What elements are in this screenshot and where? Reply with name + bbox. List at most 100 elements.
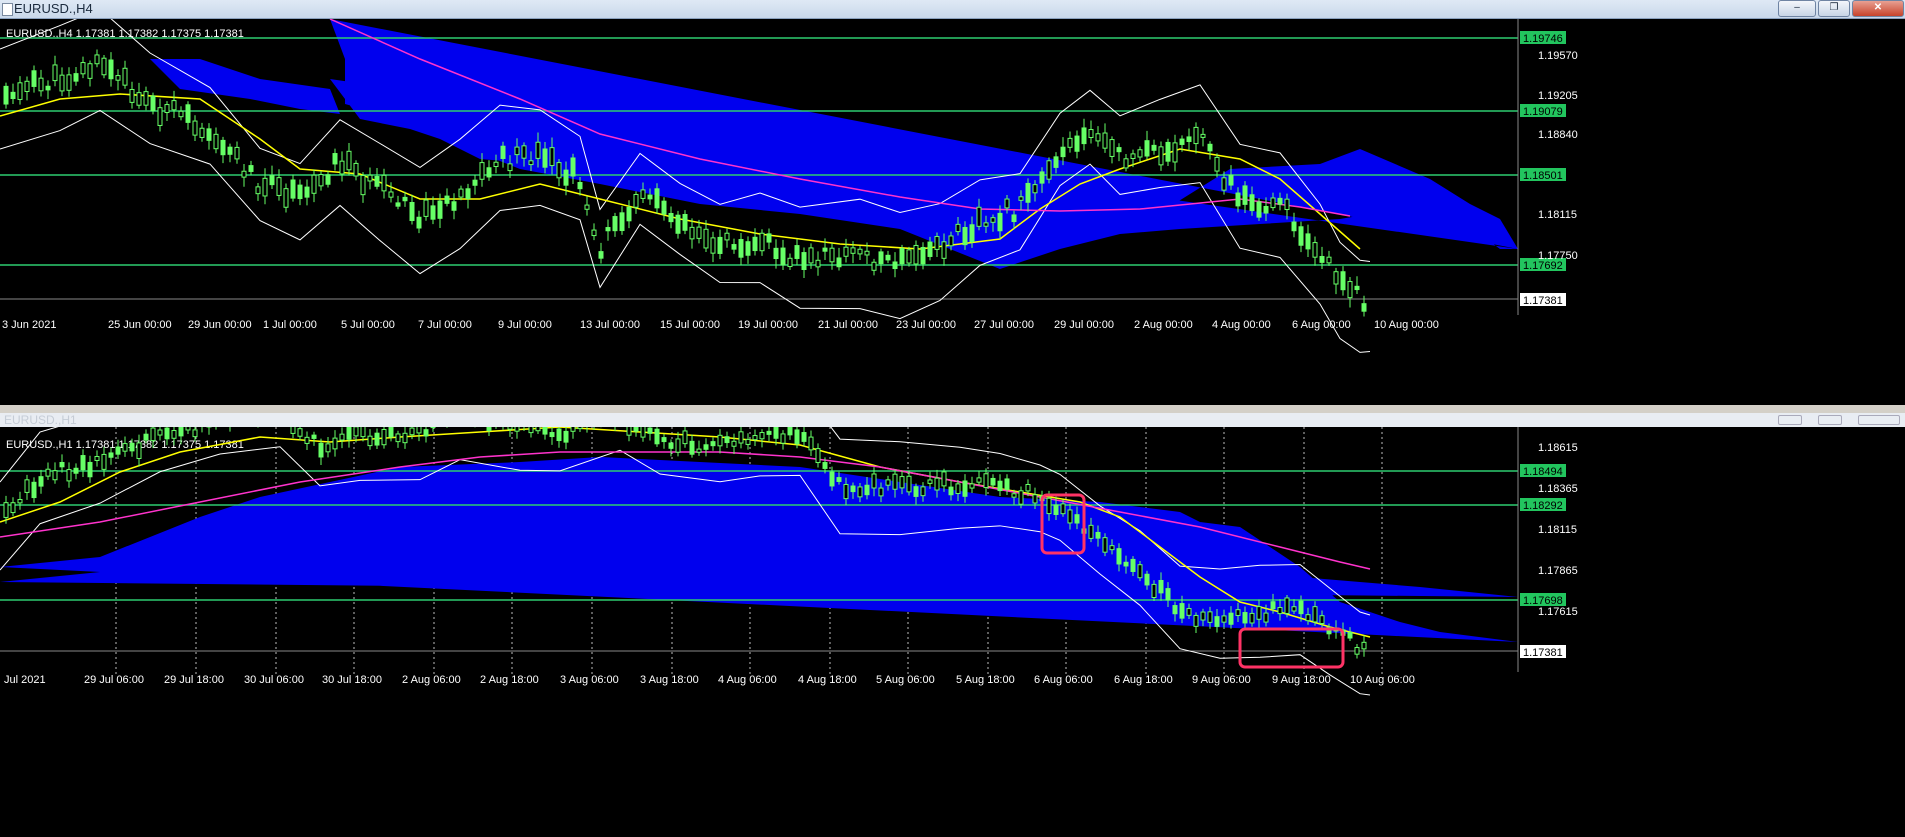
- h1-level-label: 1.18292: [1523, 500, 1563, 512]
- h4-candle: [857, 248, 863, 255]
- h1-candle: [633, 427, 639, 432]
- h4-level-label: 1.18501: [1523, 170, 1563, 182]
- h1-candle: [1277, 606, 1283, 615]
- h4-candle: [269, 175, 275, 186]
- chart-window-icon: [2, 3, 13, 16]
- h1-candle: [185, 427, 191, 431]
- window-titlebar: EURUSD.,H4 – ❐ ✕: [0, 0, 1905, 19]
- h4-candle: [136, 92, 142, 106]
- h1-price-tick-label: 1.18115: [1538, 524, 1577, 536]
- h1-candle: [430, 427, 436, 429]
- h4-candle: [850, 247, 856, 254]
- h1-candle: [38, 476, 44, 487]
- h4-candle: [1067, 137, 1073, 148]
- h4-candle: [598, 251, 604, 259]
- h4-time-tick-label: 6 Aug 00:00: [1292, 319, 1351, 331]
- h4-candle: [38, 77, 44, 92]
- h4-candle: [381, 174, 387, 192]
- h1-candle: [1242, 612, 1248, 624]
- close-button[interactable]: ✕: [1852, 0, 1904, 17]
- h1-candle: [647, 427, 653, 434]
- h1-candle: [577, 427, 583, 430]
- h4-candle: [24, 80, 30, 93]
- h1-price-tick-label: 1.18365: [1538, 483, 1578, 495]
- h4-candle: [255, 186, 261, 195]
- h4-candle: [52, 64, 58, 82]
- h4-time-tick-label: 13 Jul 00:00: [580, 319, 640, 331]
- h1-minimize-button[interactable]: [1778, 415, 1802, 425]
- window-splitter[interactable]: [0, 405, 1905, 413]
- h1-candle: [1256, 606, 1262, 620]
- h1-close-button[interactable]: [1858, 415, 1900, 425]
- h1-candle: [773, 427, 779, 439]
- h1-candle: [1354, 647, 1360, 655]
- h4-candle: [920, 246, 926, 265]
- h4-candle: [199, 127, 205, 138]
- h1-candle: [1123, 561, 1129, 567]
- h1-candle: [1158, 579, 1164, 594]
- h4-candle: [1235, 192, 1241, 207]
- h4-candle: [626, 206, 632, 222]
- h1-candle: [801, 432, 807, 442]
- h4-candle: [1011, 214, 1017, 223]
- h1-candle: [990, 477, 996, 486]
- h1-candle: [367, 435, 373, 447]
- h1-candle: [626, 427, 632, 436]
- h4-candle: [612, 216, 618, 232]
- h1-candle: [416, 427, 422, 434]
- h4-candle: [1284, 198, 1290, 211]
- h1-candle: [1207, 611, 1213, 623]
- h4-candle: [164, 104, 170, 114]
- h4-candle: [276, 177, 282, 196]
- h4-candle: [507, 163, 513, 172]
- h4-candle: [45, 85, 51, 91]
- h4-candle: [451, 201, 457, 211]
- h4-candle: [591, 229, 597, 237]
- h4-candle: [318, 174, 324, 187]
- minimize-button[interactable]: –: [1778, 0, 1816, 17]
- h1-chart-canvas[interactable]: Jul 2021 29 Jul 06:00 29 Jul 18:00 30 Jul 0…: [0, 427, 1905, 837]
- h1-candle: [1361, 641, 1367, 650]
- h1-candle: [409, 427, 415, 436]
- h4-candle: [689, 226, 695, 240]
- h1-price-tick-label: 1.17865: [1538, 565, 1578, 577]
- h1-candle: [661, 437, 667, 443]
- h4-candle: [1200, 133, 1206, 138]
- h4-chart-panel[interactable]: EURUSD.,H4 1.17381 1.17382 1.17375 1.173…: [0, 19, 1905, 405]
- h4-candle: [1326, 256, 1332, 264]
- h1-candle: [920, 486, 926, 497]
- h4-candle: [1207, 143, 1213, 152]
- h4-candle: [1312, 242, 1318, 258]
- h1-candle: [325, 443, 331, 453]
- h4-chart-canvas[interactable]: 3 Jun 2021 25 Jun 00:00 29 Jun 00:00 1 Jul …: [0, 19, 1905, 405]
- h1-candle: [1053, 504, 1059, 515]
- h1-candle: [1186, 608, 1192, 616]
- h4-candle: [1263, 205, 1269, 214]
- h1-time-tick-label: Jul 2021: [4, 674, 46, 686]
- h4-candle: [423, 199, 429, 217]
- h1-candle: [115, 446, 121, 455]
- h1-candle: [689, 440, 695, 455]
- h4-candle: [367, 174, 373, 182]
- h4-candle: [73, 73, 79, 82]
- h4-candle: [66, 74, 72, 91]
- h1-candle: [164, 427, 170, 440]
- h1-candle: [346, 427, 352, 440]
- h4-time-tick-label: 1 Jul 00:00: [263, 319, 317, 331]
- h4-candle: [213, 133, 219, 150]
- h4-candle: [822, 247, 828, 252]
- restore-button[interactable]: ❐: [1818, 0, 1850, 17]
- h4-candle: [87, 63, 93, 79]
- h1-candle: [17, 499, 23, 504]
- h4-time-tick-label: 7 Jul 00:00: [418, 319, 472, 331]
- h4-candle: [17, 82, 23, 100]
- h1-candle: [549, 432, 555, 438]
- h4-candle: [654, 188, 660, 209]
- h1-candle: [808, 436, 814, 451]
- h4-level-label: 1.19746: [1523, 33, 1563, 45]
- h1-chart-panel[interactable]: EURUSD.,H1 1.17381 1.17382 1.17375 1.173…: [0, 427, 1905, 837]
- h1-restore-button[interactable]: [1818, 415, 1842, 425]
- h4-candle: [1102, 132, 1108, 149]
- h1-candle: [136, 442, 142, 459]
- h4-candle: [304, 186, 310, 198]
